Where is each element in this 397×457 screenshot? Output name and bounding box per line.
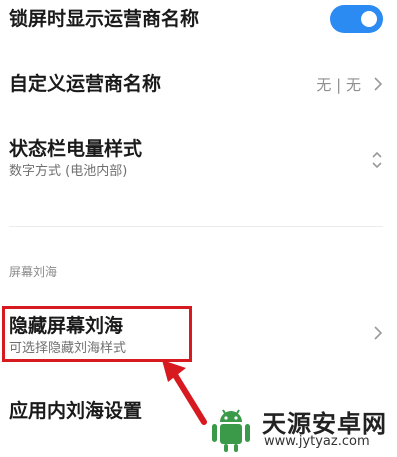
watermark: 天源安卓网 www.jytyaz.com [206, 400, 396, 457]
battery-style-row[interactable]: 状态栏电量样式 数字方式 (电池内部) [0, 126, 397, 196]
android-logo-icon [212, 409, 250, 452]
custom-carrier-row[interactable]: 自定义运营商名称 无 | 无 [0, 60, 397, 108]
battery-style-subtitle: 数字方式 (电池内部) [9, 164, 128, 179]
toggle-switch-icon[interactable] [330, 5, 383, 33]
lockscreen-carrier-title: 锁屏时显示运营商名称 [9, 8, 200, 30]
custom-carrier-value: 无 | 无 [316, 76, 361, 94]
lockscreen-carrier-row[interactable]: 锁屏时显示运营商名称 [0, 0, 397, 46]
toggle-knob [361, 11, 377, 27]
highlight-box [2, 306, 192, 362]
chevron-up-down-icon [372, 151, 382, 169]
battery-style-title: 状态栏电量样式 [9, 138, 143, 160]
custom-carrier-title: 自定义运营商名称 [9, 73, 162, 95]
chevron-right-icon [374, 326, 383, 340]
watermark-url: www.jytyaz.com [264, 434, 370, 449]
section-label-notch: 屏幕刘海 [9, 265, 58, 279]
section-divider [9, 226, 383, 227]
chevron-right-icon [374, 77, 383, 91]
app-notch-title: 应用内刘海设置 [9, 400, 143, 422]
